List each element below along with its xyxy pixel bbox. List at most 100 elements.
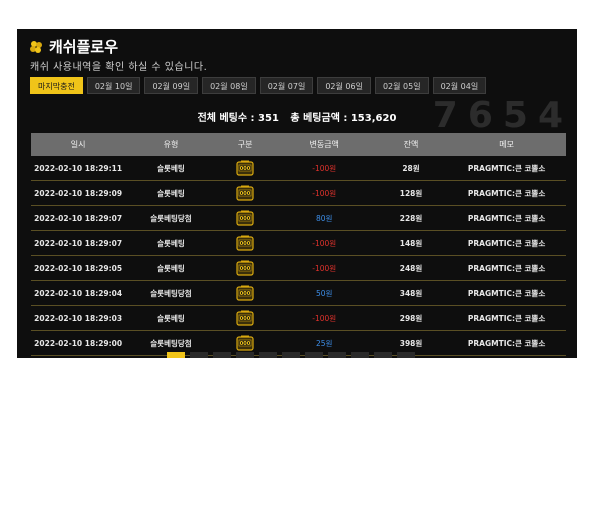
column-header-memo: 메모 — [447, 133, 566, 156]
tab-date-4[interactable]: 02월 07일 — [259, 77, 314, 94]
cell-category: 000 — [216, 180, 274, 206]
date-tabs: 마지막충전 02월 10일 02월 09일 02월 08일 02월 07일 02월 06일… — [30, 77, 487, 94]
tab-date-2[interactable]: 02월 09일 — [144, 77, 199, 94]
slot-machine-icon: 000 — [236, 310, 254, 326]
svg-text:000: 000 — [240, 316, 251, 322]
cell-balance: 128원 — [374, 180, 448, 206]
page-button-3[interactable] — [213, 352, 231, 358]
page-button-4[interactable] — [236, 352, 254, 358]
slot-machine-icon: 000 — [236, 160, 254, 176]
table-row: 2022-02-10 18:29:11 슬롯베팅 000 -100원 28원 PRAGMT… — [31, 156, 566, 181]
cell-datetime: 2022-02-10 18:29:09 — [31, 180, 126, 206]
cell-category: 000 — [216, 305, 274, 331]
page-title-text: 캐쉬플로우 — [49, 38, 119, 56]
cell-category: 000 — [216, 156, 274, 181]
cell-category: 000 — [216, 205, 274, 231]
page-button-8[interactable] — [328, 352, 346, 358]
cell-memo: PRAGMTIC:큰 코뿔소 — [447, 180, 566, 206]
tab-date-1[interactable]: 02월 10일 — [86, 77, 141, 94]
cell-type: 슬롯베팅 — [125, 305, 217, 331]
cell-datetime: 2022-02-10 18:29:00 — [31, 330, 126, 356]
page-button-9[interactable] — [351, 352, 369, 358]
svg-text:000: 000 — [240, 241, 251, 247]
slot-machine-icon: 000 — [236, 335, 254, 351]
cell-memo: PRAGMTIC:큰 코뿔소 — [447, 205, 566, 231]
table-row: 2022-02-10 18:29:09 슬롯베팅 000 -100원 128원 PRAGM… — [31, 180, 566, 206]
cell-type: 슬롯베팅 — [125, 255, 217, 281]
total-bet-count: 전체 베팅수 : 351 — [197, 113, 279, 124]
cell-datetime: 2022-02-10 18:29:11 — [31, 156, 126, 181]
cashflow-table: 일시 유형 구분 변동금액 잔액 메모 2022-02-10 18:29:11 슬… — [31, 133, 566, 356]
slot-machine-icon: 000 — [236, 210, 254, 226]
cell-memo: PRAGMTIC:큰 코뿔소 — [447, 156, 566, 181]
tab-date-5[interactable]: 02월 06일 — [317, 77, 371, 94]
cashflow-panel: 7654 캐쉬플로우 캐쉬 사용내역을 확인 하실 수 있습니다. 마지막충전 0… — [17, 29, 577, 358]
page-button-2[interactable] — [190, 352, 208, 358]
cell-type: 슬롯베팅당첨 — [125, 280, 217, 306]
column-header-datetime: 일시 — [31, 133, 126, 156]
cell-change: -100원 — [273, 255, 375, 281]
pagination — [167, 352, 415, 358]
page-subtitle: 캐쉬 사용내역을 확인 하실 수 있습니다. — [30, 62, 208, 73]
table-row: 2022-02-10 18:29:07 슬롯베팅당첨 000 80원 228원 PRAGM… — [31, 205, 566, 231]
bet-totals: 전체 베팅수 : 351 총 베팅금액 : 153,620 — [17, 109, 577, 124]
cell-balance: 248원 — [374, 255, 448, 281]
cell-type: 슬롯베팅 — [125, 230, 217, 256]
cell-change: -100원 — [273, 230, 375, 256]
cell-type: 슬롯베팅당첨 — [125, 205, 217, 231]
tab-date-3[interactable]: 02월 08일 — [202, 77, 256, 94]
cell-category: 000 — [216, 230, 274, 256]
tab-date-6[interactable]: 02월 05일 — [374, 77, 429, 94]
total-bet-amount: 총 베팅금액 : 153,620 — [290, 113, 397, 124]
svg-text:000: 000 — [240, 341, 251, 347]
svg-text:000: 000 — [240, 166, 251, 172]
cell-category: 000 — [216, 255, 274, 281]
cell-memo: PRAGMTIC:큰 코뿔소 — [447, 280, 566, 306]
slot-machine-icon: 000 — [236, 285, 254, 301]
clover-icon — [30, 40, 42, 53]
column-header-balance: 잔액 — [374, 133, 448, 156]
cell-memo: PRAGMTIC:큰 코뿔소 — [447, 230, 566, 256]
cell-category: 000 — [216, 280, 274, 306]
tab-date-7[interactable]: 02월 04일 — [432, 77, 487, 94]
cell-datetime: 2022-02-10 18:29:05 — [31, 255, 126, 281]
cell-change: 50원 — [273, 280, 375, 306]
cell-change: -100원 — [273, 180, 375, 206]
cell-memo: PRAGMTIC:큰 코뿔소 — [447, 330, 566, 356]
page-button-6[interactable] — [282, 352, 300, 358]
svg-text:000: 000 — [240, 291, 251, 297]
cell-datetime: 2022-02-10 18:29:04 — [31, 280, 126, 306]
table-header-row: 일시 유형 구분 변동금액 잔액 메모 — [31, 133, 566, 156]
cell-change: -100원 — [273, 305, 375, 331]
column-header-category: 구분 — [216, 133, 274, 156]
page-button-11[interactable] — [397, 352, 415, 358]
column-header-change: 변동금액 — [273, 133, 375, 156]
page-button-5[interactable] — [259, 352, 277, 358]
page-button-10[interactable] — [374, 352, 392, 358]
cell-balance: 28원 — [374, 156, 448, 181]
cell-type: 슬롯베팅 — [125, 180, 217, 206]
page-button-1[interactable] — [167, 352, 185, 358]
svg-text:000: 000 — [240, 191, 251, 197]
cell-datetime: 2022-02-10 18:29:03 — [31, 305, 126, 331]
column-header-type: 유형 — [125, 133, 217, 156]
cell-change: -100원 — [273, 156, 375, 181]
page-button-7[interactable] — [305, 352, 323, 358]
cell-memo: PRAGMTIC:큰 코뿔소 — [447, 305, 566, 331]
svg-text:000: 000 — [240, 266, 251, 272]
cell-balance: 348원 — [374, 280, 448, 306]
table-row: 2022-02-10 18:29:04 슬롯베팅당첨 000 50원 348원 PRAGM… — [31, 280, 566, 306]
tab-date-0[interactable]: 마지막충전 — [30, 77, 83, 94]
cell-memo: PRAGMTIC:큰 코뿔소 — [447, 255, 566, 281]
table-row: 2022-02-10 18:29:03 슬롯베팅 000 -100원 298원 PRAGM… — [31, 305, 566, 331]
slot-machine-icon: 000 — [236, 260, 254, 276]
cell-balance: 298원 — [374, 305, 448, 331]
svg-text:000: 000 — [240, 216, 251, 222]
cell-change: 80원 — [273, 205, 375, 231]
cell-type: 슬롯베팅 — [125, 156, 217, 181]
slot-machine-icon: 000 — [236, 185, 254, 201]
page-title: 캐쉬플로우 — [29, 36, 118, 57]
table-row: 2022-02-10 18:29:07 슬롯베팅 000 -100원 148원 PRAGM… — [31, 230, 566, 256]
cell-datetime: 2022-02-10 18:29:07 — [31, 205, 126, 231]
slot-machine-icon: 000 — [236, 235, 254, 251]
